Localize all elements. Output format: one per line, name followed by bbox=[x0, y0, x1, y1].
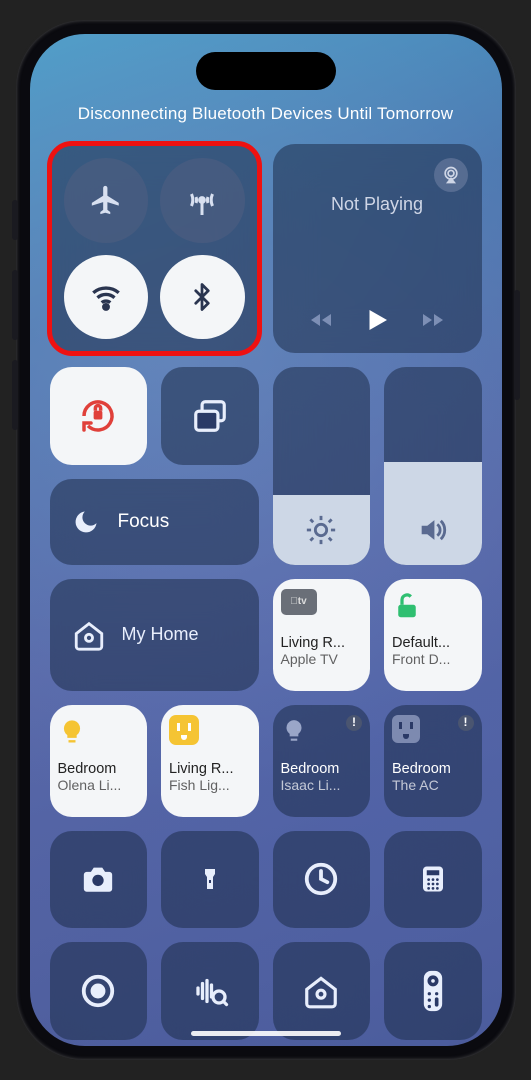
forward-icon bbox=[418, 308, 448, 332]
device-title: Living R... bbox=[281, 635, 345, 651]
device-tile-bedroom-ac[interactable]: ! BedroomThe AC bbox=[384, 705, 482, 817]
device-sub: Apple TV bbox=[281, 651, 338, 667]
bluetooth-icon bbox=[187, 279, 217, 315]
camera-button[interactable] bbox=[50, 831, 148, 929]
rewind-icon bbox=[306, 308, 336, 332]
airplay-icon bbox=[441, 165, 461, 185]
record-icon bbox=[79, 972, 117, 1010]
calculator-icon bbox=[418, 859, 448, 899]
moon-icon bbox=[72, 508, 100, 536]
device-sub: Fish Lig... bbox=[169, 777, 230, 793]
device-sub: Olena Li... bbox=[58, 777, 122, 793]
home-indicator[interactable] bbox=[191, 1031, 341, 1036]
home-shortcut-button[interactable] bbox=[273, 942, 371, 1040]
airplay-button[interactable] bbox=[434, 158, 468, 192]
play-button[interactable] bbox=[362, 303, 392, 337]
outlet-icon bbox=[169, 715, 199, 745]
connectivity-group[interactable] bbox=[50, 144, 259, 353]
home-icon bbox=[302, 972, 340, 1010]
media-title: Not Playing bbox=[289, 194, 466, 215]
brightness-icon bbox=[304, 513, 338, 547]
device-tile-bedroom-isaac[interactable]: ! BedroomIsaac Li... bbox=[273, 705, 371, 817]
home-icon bbox=[72, 618, 106, 652]
rewind-button[interactable] bbox=[306, 308, 336, 332]
bluetooth-toggle[interactable] bbox=[160, 255, 245, 340]
sound-recognition-icon bbox=[190, 973, 230, 1009]
device-tile-front-door[interactable]: Default...Front D... bbox=[384, 579, 482, 691]
lock-open-icon bbox=[392, 589, 422, 623]
focus-label: Focus bbox=[118, 511, 170, 533]
cellular-data-toggle[interactable] bbox=[160, 158, 245, 243]
device-tile-living-fish[interactable]: Living R...Fish Lig... bbox=[161, 705, 259, 817]
volume-icon bbox=[414, 513, 452, 547]
dynamic-island bbox=[196, 52, 336, 90]
airplane-mode-toggle[interactable] bbox=[64, 158, 149, 243]
device-title: Bedroom bbox=[58, 761, 117, 777]
calculator-button[interactable] bbox=[384, 831, 482, 929]
cellular-icon bbox=[184, 182, 220, 218]
device-sub: The AC bbox=[392, 777, 439, 793]
bulb-icon bbox=[58, 715, 86, 749]
rotation-lock-toggle[interactable] bbox=[50, 367, 148, 465]
device-tile-living-room-tv[interactable]: tv Living R...Apple TV bbox=[273, 579, 371, 691]
apple-tv-remote-button[interactable] bbox=[384, 942, 482, 1040]
device-title: Default... bbox=[392, 635, 450, 651]
brightness-slider[interactable] bbox=[273, 367, 371, 565]
wifi-toggle[interactable] bbox=[64, 255, 149, 340]
device-title: Bedroom bbox=[281, 761, 340, 777]
remote-icon bbox=[422, 969, 444, 1013]
device-sub: Isaac Li... bbox=[281, 777, 341, 793]
media-controls[interactable]: Not Playing bbox=[273, 144, 482, 353]
screen-record-button[interactable] bbox=[50, 942, 148, 1040]
timer-button[interactable] bbox=[273, 831, 371, 929]
control-center: Disconnecting Bluetooth Devices Until To… bbox=[30, 34, 502, 1046]
device-sub: Front D... bbox=[392, 651, 450, 667]
bulb-icon bbox=[281, 715, 307, 747]
status-message: Disconnecting Bluetooth Devices Until To… bbox=[50, 104, 482, 124]
flashlight-icon bbox=[198, 858, 222, 900]
forward-button[interactable] bbox=[418, 308, 448, 332]
camera-icon bbox=[78, 862, 118, 896]
alert-icon: ! bbox=[458, 715, 474, 731]
alert-icon: ! bbox=[346, 715, 362, 731]
play-icon bbox=[362, 303, 392, 337]
device-title: Bedroom bbox=[392, 761, 451, 777]
screen-mirroring-button[interactable] bbox=[161, 367, 259, 465]
home-button[interactable]: My Home bbox=[50, 579, 259, 691]
volume-slider[interactable] bbox=[384, 367, 482, 565]
timer-icon bbox=[302, 860, 340, 898]
wifi-icon bbox=[89, 280, 123, 314]
outlet-icon bbox=[392, 715, 420, 743]
screen-mirroring-icon bbox=[189, 397, 231, 435]
home-label: My Home bbox=[122, 624, 199, 645]
airplane-icon bbox=[89, 183, 123, 217]
sound-recognition-button[interactable] bbox=[161, 942, 259, 1040]
flashlight-button[interactable] bbox=[161, 831, 259, 929]
rotation-lock-icon bbox=[77, 395, 119, 437]
focus-button[interactable]: Focus bbox=[50, 479, 259, 565]
device-title: Living R... bbox=[169, 761, 233, 777]
appletv-icon: tv bbox=[281, 589, 317, 615]
device-tile-bedroom-olena[interactable]: BedroomOlena Li... bbox=[50, 705, 148, 817]
